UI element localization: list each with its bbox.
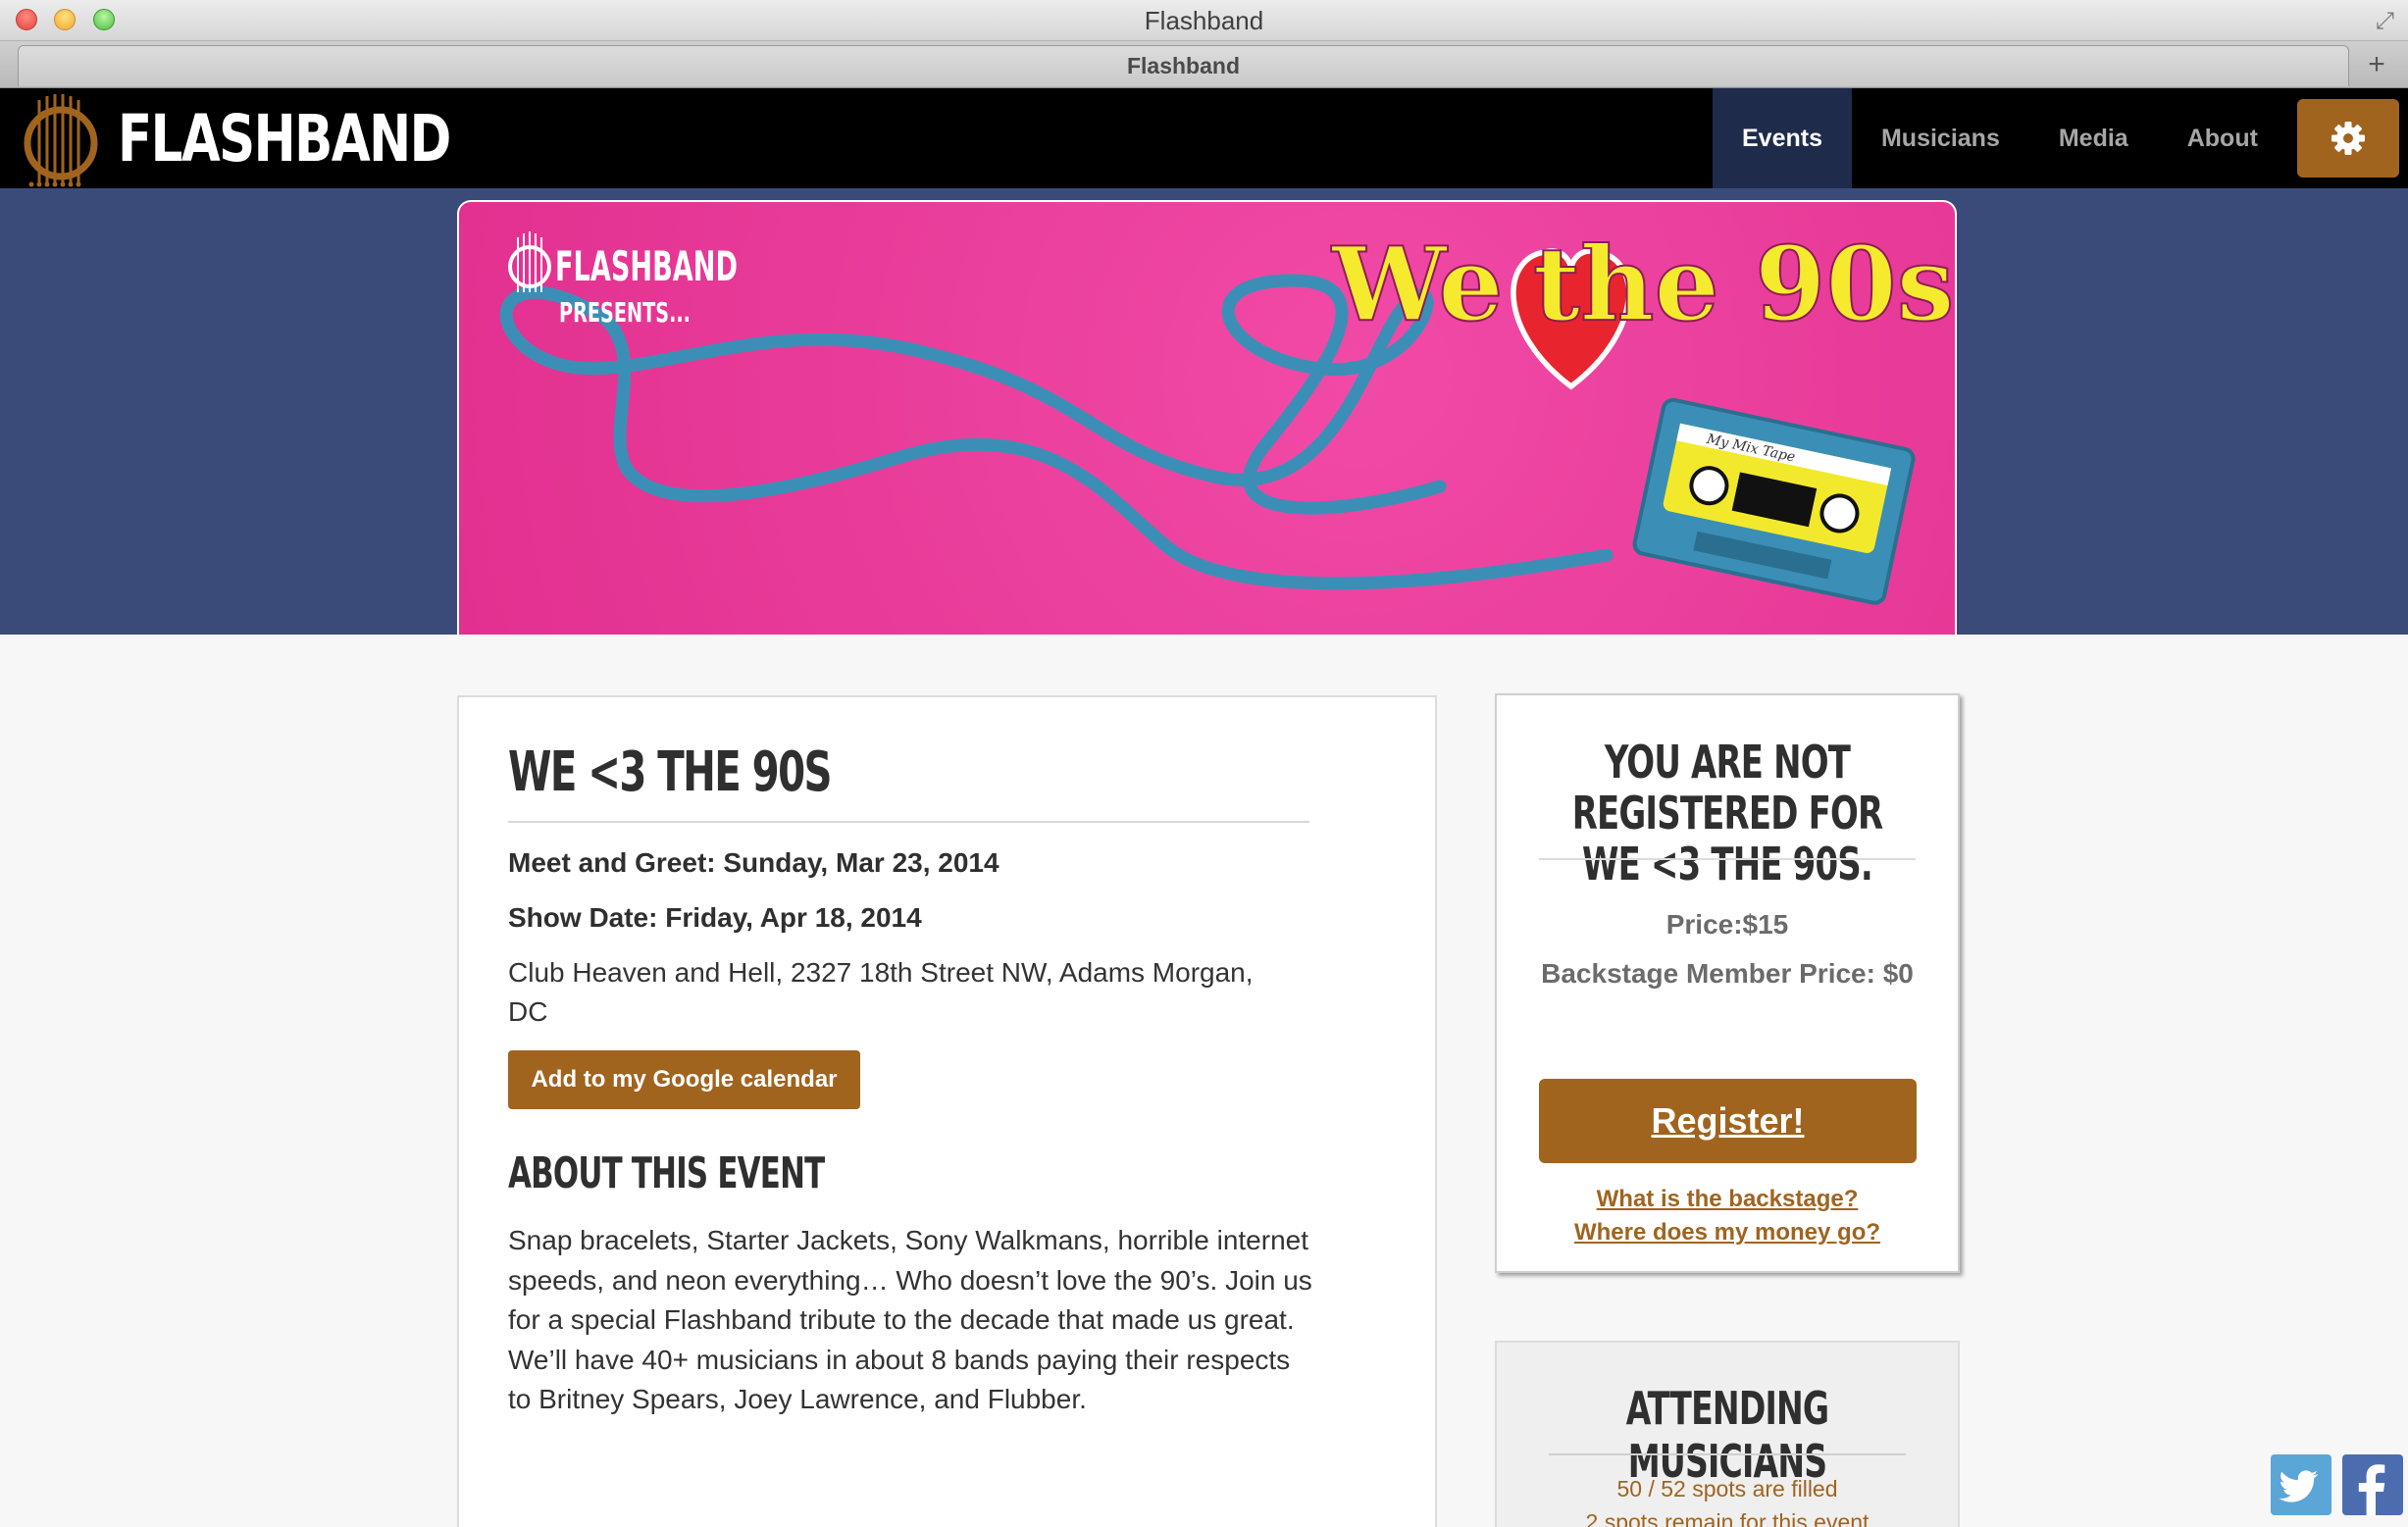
about-body: Snap bracelets, Starter Jackets, Sony Wa… [508, 1225, 1312, 1414]
nav-item-events[interactable]: Events [1713, 88, 1852, 188]
registration-card: YOU ARE NOT REGISTERED FOR WE <3 THE 90S… [1495, 693, 1960, 1273]
where-does-money-go-link[interactable]: Where does my money go? [1497, 1219, 1958, 1247]
banner-presenter-name: FLASHBAND [555, 242, 738, 290]
divider [1539, 858, 1916, 860]
about-heading: ABOUT THIS EVENT [508, 1148, 825, 1198]
event-title: WE <3 THE 90S [508, 740, 833, 804]
spots-filled: 50 / 52 spots are filled [1616, 1476, 1838, 1502]
tab-bar: Flashband + [0, 41, 2408, 88]
facebook-icon [2358, 1464, 2385, 1515]
nav-item-musicians[interactable]: Musicians [1852, 88, 2029, 188]
hero-section: My Mix Tape We the 90s FLASHBAND PRESENT… [0, 188, 2408, 635]
nav-item-about[interactable]: About [2158, 88, 2287, 188]
banner-logo-icon [508, 231, 551, 292]
guitar-logo-icon [24, 94, 98, 187]
banner-title-rest: the 90s [1533, 224, 1954, 344]
banner-presents: PRESENTS... [559, 296, 691, 329]
meet-and-greet-date: Meet and Greet: Sunday, Mar 23, 2014 [508, 847, 999, 878]
add-to-google-calendar-button[interactable]: Add to my Google calendar [508, 1050, 860, 1109]
fullscreen-icon[interactable]: ⤢ [2376, 8, 2394, 35]
attending-musicians-card: ATTENDING MUSICIANS 50 / 52 spots are fi… [1495, 1341, 1960, 1527]
banner-title-we: We [1331, 224, 1503, 344]
mixtape-illustration: My Mix Tape We the 90s FLASHBAND PRESENT… [499, 223, 1955, 605]
window-title: Flashband [1144, 6, 1264, 35]
twitter-icon [2279, 1470, 2319, 1502]
brand-logo[interactable]: FLASHBAND [22, 88, 543, 188]
site-navbar: FLASHBAND Events Musicians Media About [0, 88, 2408, 188]
gear-icon [2331, 122, 2365, 155]
twitter-button[interactable] [2271, 1454, 2331, 1515]
event-banner: My Mix Tape We the 90s FLASHBAND PRESENT… [457, 200, 1957, 635]
event-details-card: WE <3 THE 90S Meet and Greet: Sunday, Ma… [457, 695, 1437, 1527]
show-date: Show Date: Friday, Apr 18, 2014 [508, 902, 922, 933]
price: Price:$15 [1665, 909, 1789, 940]
spots-remaining: 2 spots remain for this event [1585, 1509, 1870, 1527]
registration-status-title: YOU ARE NOT REGISTERED FOR WE <3 THE 90S… [1571, 736, 1883, 891]
nav-item-media[interactable]: Media [2029, 88, 2158, 188]
settings-button[interactable] [2297, 99, 2399, 178]
window-titlebar: Flashband ⤢ [0, 0, 2408, 41]
event-address: Club Heaven and Hell, 2327 18th Street N… [508, 957, 1254, 1027]
brand-name: FLASHBAND [118, 100, 451, 177]
register-button[interactable]: Register! [1539, 1079, 1917, 1163]
attending-musicians-heading: ATTENDING MUSICIANS [1625, 1382, 1829, 1488]
member-price: Backstage Member Price: $0 [1541, 958, 1914, 989]
new-tab-button[interactable]: + [2357, 47, 2396, 84]
browser-tab[interactable]: Flashband [18, 45, 2349, 86]
divider [1549, 1453, 1906, 1455]
divider [508, 821, 1309, 823]
what-is-backstage-link[interactable]: What is the backstage? [1497, 1186, 1958, 1213]
main-nav: Events Musicians Media About [1713, 88, 2287, 188]
facebook-button[interactable] [2342, 1454, 2403, 1515]
